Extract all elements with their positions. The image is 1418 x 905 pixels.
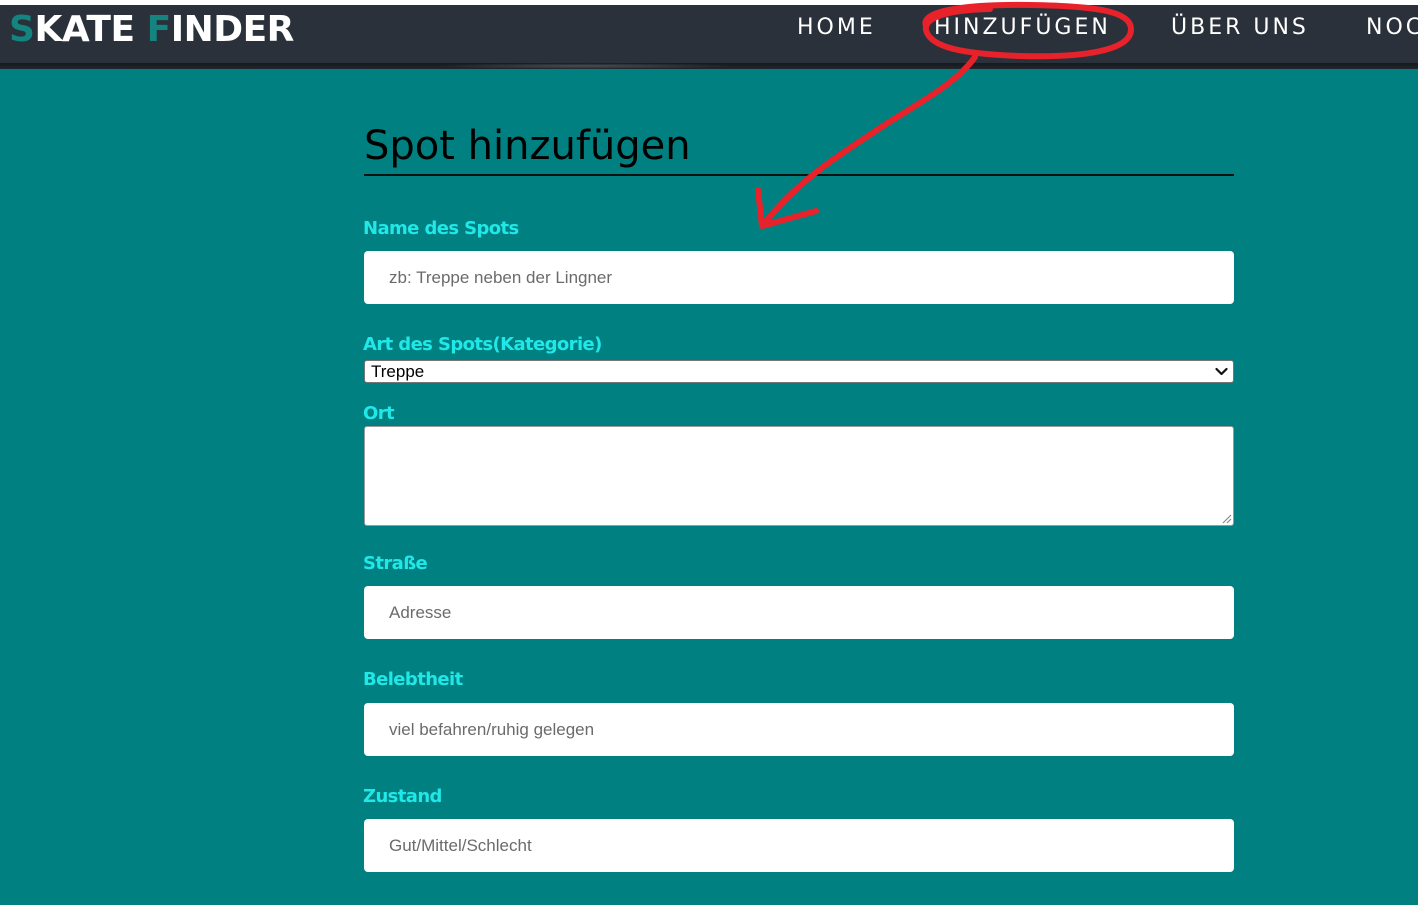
brand-text-inder: INDER (170, 9, 295, 50)
brand-initial-f: F (146, 9, 172, 50)
nav-ueber-uns-link[interactable]: ÜBER UNS (1171, 13, 1309, 43)
condition-input[interactable] (364, 819, 1234, 872)
location-textarea[interactable] (364, 426, 1234, 526)
condition-label: Zustand (363, 786, 442, 807)
brand-initial-s: S (9, 9, 35, 50)
category-selected-value: Treppe (371, 362, 425, 381)
spot-name-label: Name des Spots (363, 218, 519, 239)
street-input[interactable] (364, 586, 1234, 639)
annotation-arrow-line (760, 54, 978, 228)
nav-hinzufuegen-link[interactable]: HINZUFÜGEN (934, 13, 1111, 43)
page-title: Spot hinzufügen (364, 123, 691, 169)
navbar: SKATE FINDER HOME HINZUFÜGEN ÜBER UNS NO… (0, 5, 1418, 63)
busyness-input[interactable] (364, 703, 1234, 756)
spot-name-input[interactable] (364, 251, 1234, 304)
nav-more-link[interactable]: NOC (1366, 13, 1418, 43)
nav-home-link[interactable]: HOME (797, 13, 876, 43)
brand-logo[interactable]: SKATE FINDER (9, 8, 294, 52)
brand-text-kate: KATE (34, 9, 147, 50)
annotation-arrow-head (755, 187, 819, 229)
busyness-label: Belebtheit (363, 669, 463, 690)
category-select[interactable]: Treppe (364, 360, 1234, 383)
street-label: Straße (363, 553, 428, 574)
category-label: Art des Spots(Kategorie) (363, 334, 602, 355)
navbar-shadow (0, 63, 1418, 69)
chevron-down-icon (1215, 367, 1228, 376)
location-label: Ort (363, 403, 395, 424)
resize-grip-icon[interactable] (1220, 512, 1232, 524)
title-divider (364, 174, 1234, 176)
